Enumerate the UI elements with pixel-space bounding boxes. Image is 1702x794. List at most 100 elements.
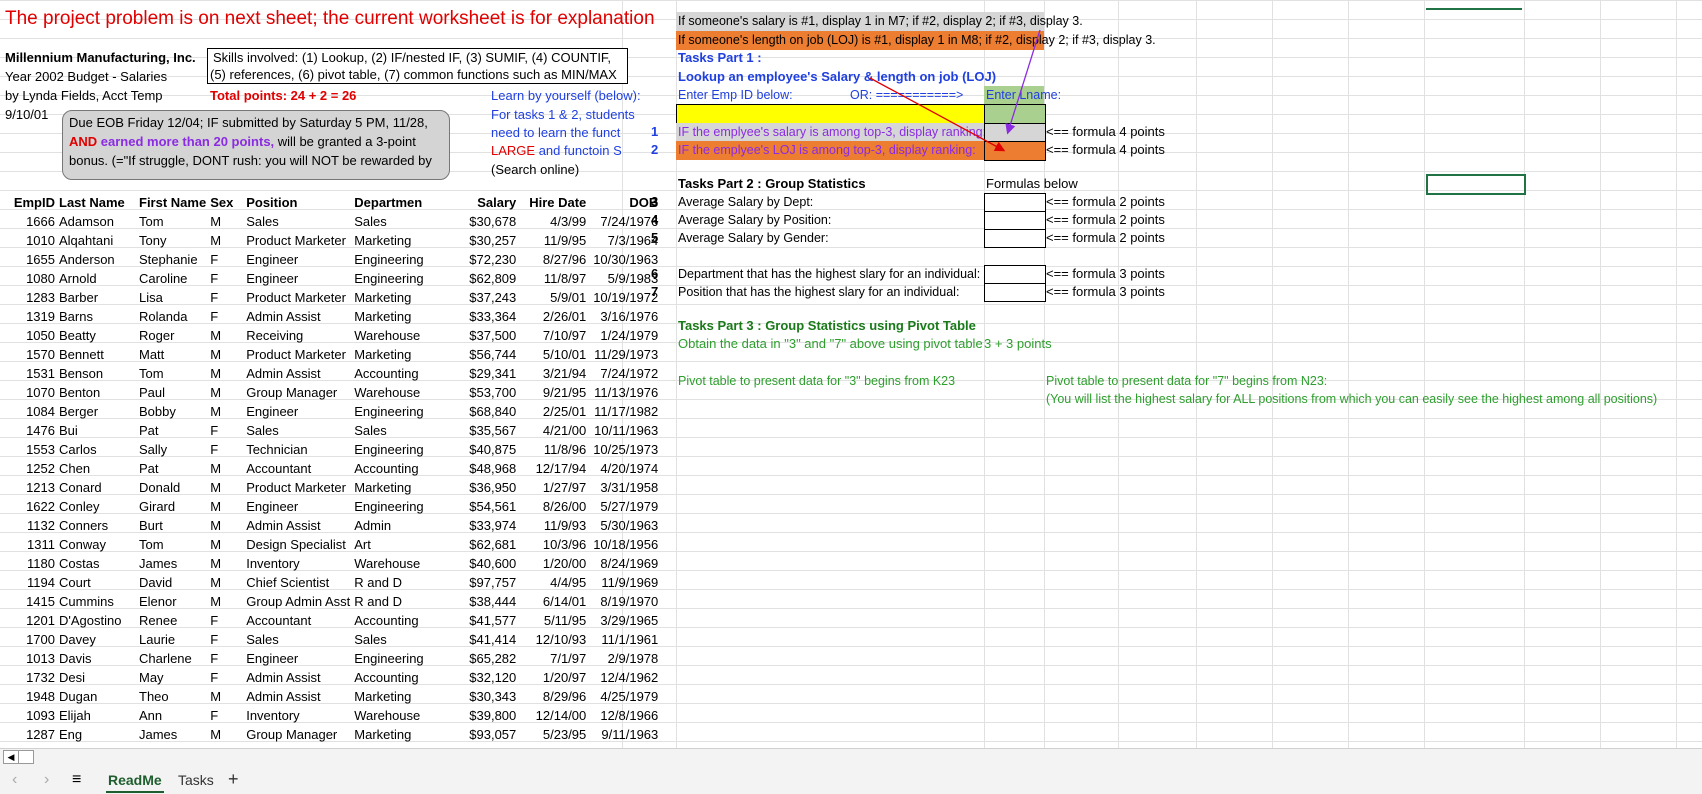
table-cell[interactable]: $53,700 [449, 383, 518, 402]
table-cell[interactable]: Elenor [137, 592, 208, 611]
table-cell[interactable]: 10/18/1956 [588, 535, 660, 554]
table-cell[interactable]: Accountant [244, 459, 352, 478]
table-cell[interactable]: Sales [352, 421, 449, 440]
table-cell[interactable]: Marketing [352, 478, 449, 497]
table-cell[interactable]: Engineering [352, 649, 449, 668]
table-cell[interactable]: Caroline [137, 269, 208, 288]
table-cell[interactable]: F [208, 250, 244, 269]
table-cell[interactable]: Engineer [244, 250, 352, 269]
table-cell[interactable]: 8/24/1969 [588, 554, 660, 573]
table-cell[interactable]: $54,561 [449, 497, 518, 516]
table-cell[interactable]: 4/20/1974 [588, 459, 660, 478]
table-cell[interactable]: M [208, 326, 244, 345]
table-cell[interactable]: 1/20/97 [518, 668, 588, 687]
table-cell[interactable]: 9/21/95 [518, 383, 588, 402]
table-cell[interactable]: 7/3/1964 [588, 231, 660, 250]
table-cell[interactable]: 1319 [0, 307, 57, 326]
table-cell[interactable]: Warehouse [352, 383, 449, 402]
table-cell[interactable]: 1/20/00 [518, 554, 588, 573]
table-cell[interactable]: 1948 [0, 687, 57, 706]
table-cell[interactable]: 12/4/1962 [588, 668, 660, 687]
table-cell[interactable]: 1732 [0, 668, 57, 687]
table-cell[interactable]: Accountant [244, 611, 352, 630]
table-cell[interactable]: 1213 [0, 478, 57, 497]
table-cell[interactable]: 1132 [0, 516, 57, 535]
table-cell[interactable]: Product Marketer [244, 231, 352, 250]
table-cell[interactable]: R and D [352, 592, 449, 611]
table-cell[interactable]: Marketing [352, 288, 449, 307]
table-cell[interactable]: 1093 [0, 706, 57, 725]
table-cell[interactable]: 11/9/95 [518, 231, 588, 250]
table-cell[interactable]: R and D [352, 573, 449, 592]
table-cell[interactable]: F [208, 421, 244, 440]
table-cell[interactable]: Group Manager [244, 725, 352, 744]
table-cell[interactable]: 1415 [0, 592, 57, 611]
table-cell[interactable]: Technician [244, 440, 352, 459]
table-cell[interactable]: M [208, 535, 244, 554]
table-cell[interactable]: 1013 [0, 649, 57, 668]
table-cell[interactable]: M [208, 725, 244, 744]
table-cell[interactable]: 10/25/1973 [588, 440, 660, 459]
table-cell[interactable]: Admin Assist [244, 668, 352, 687]
table-cell[interactable]: 11/9/1969 [588, 573, 660, 592]
table-cell[interactable]: 1070 [0, 383, 57, 402]
table-cell[interactable]: 3/16/1976 [588, 307, 660, 326]
table-cell[interactable]: 1553 [0, 440, 57, 459]
scroll-thumb[interactable] [18, 750, 34, 764]
table-cell[interactable]: 10/30/1963 [588, 250, 660, 269]
table-cell[interactable]: 5/9/1983 [588, 269, 660, 288]
table-cell[interactable]: 2/26/01 [518, 307, 588, 326]
table-cell[interactable]: M [208, 687, 244, 706]
table-cell[interactable]: Sales [244, 630, 352, 649]
table-cell[interactable]: M [208, 212, 244, 231]
table-cell[interactable]: Theo [137, 687, 208, 706]
table-cell[interactable]: M [208, 516, 244, 535]
table-cell[interactable]: 5/11/95 [518, 611, 588, 630]
table-cell[interactable]: Donald [137, 478, 208, 497]
table-cell[interactable]: 10/3/96 [518, 535, 588, 554]
table-cell[interactable]: Group Admin Asst [244, 592, 352, 611]
table-cell[interactable]: $41,577 [449, 611, 518, 630]
table-cell[interactable]: F [208, 630, 244, 649]
table-cell[interactable]: $41,414 [449, 630, 518, 649]
table-cell[interactable]: F [208, 668, 244, 687]
scroll-left-icon[interactable]: ◀ [3, 750, 19, 764]
table-cell[interactable]: 4/25/1979 [588, 687, 660, 706]
table-cell[interactable]: F [208, 307, 244, 326]
table-cell[interactable]: M [208, 364, 244, 383]
table-cell[interactable]: Warehouse [352, 554, 449, 573]
table-cell[interactable]: $62,681 [449, 535, 518, 554]
table-cell[interactable]: Tom [137, 535, 208, 554]
table-cell[interactable]: Eng [57, 725, 137, 744]
tab-tasks[interactable]: Tasks [178, 769, 214, 791]
table-cell[interactable]: Carlos [57, 440, 137, 459]
table-cell[interactable]: Sally [137, 440, 208, 459]
table-cell[interactable]: $56,744 [449, 345, 518, 364]
table-cell[interactable]: Engineering [352, 250, 449, 269]
table-cell[interactable]: 3/31/1958 [588, 478, 660, 497]
table-cell[interactable]: 7/10/97 [518, 326, 588, 345]
table-cell[interactable]: Berger [57, 402, 137, 421]
table-cell[interactable]: 4/21/00 [518, 421, 588, 440]
table-cell[interactable]: 11/13/1976 [588, 383, 660, 402]
table-cell[interactable]: Charlene [137, 649, 208, 668]
table-cell[interactable]: 8/27/96 [518, 250, 588, 269]
table-cell[interactable]: Inventory [244, 554, 352, 573]
table-cell[interactable]: Marketing [352, 687, 449, 706]
table-cell[interactable]: 1655 [0, 250, 57, 269]
table-cell[interactable]: Accounting [352, 668, 449, 687]
table-cell[interactable]: $40,875 [449, 440, 518, 459]
table-cell[interactable]: F [208, 706, 244, 725]
table-cell[interactable]: Conway [57, 535, 137, 554]
table-cell[interactable]: 12/14/00 [518, 706, 588, 725]
table-cell[interactable]: F [208, 611, 244, 630]
table-cell[interactable]: Anderson [57, 250, 137, 269]
table-cell[interactable]: Conners [57, 516, 137, 535]
table-cell[interactable]: 7/24/1976 [588, 212, 660, 231]
table-cell[interactable]: Accounting [352, 364, 449, 383]
add-sheet-button[interactable]: + [228, 768, 239, 790]
table-cell[interactable]: Rolanda [137, 307, 208, 326]
table-cell[interactable]: Tom [137, 364, 208, 383]
table-cell[interactable]: Product Marketer [244, 478, 352, 497]
table-cell[interactable]: Bennett [57, 345, 137, 364]
